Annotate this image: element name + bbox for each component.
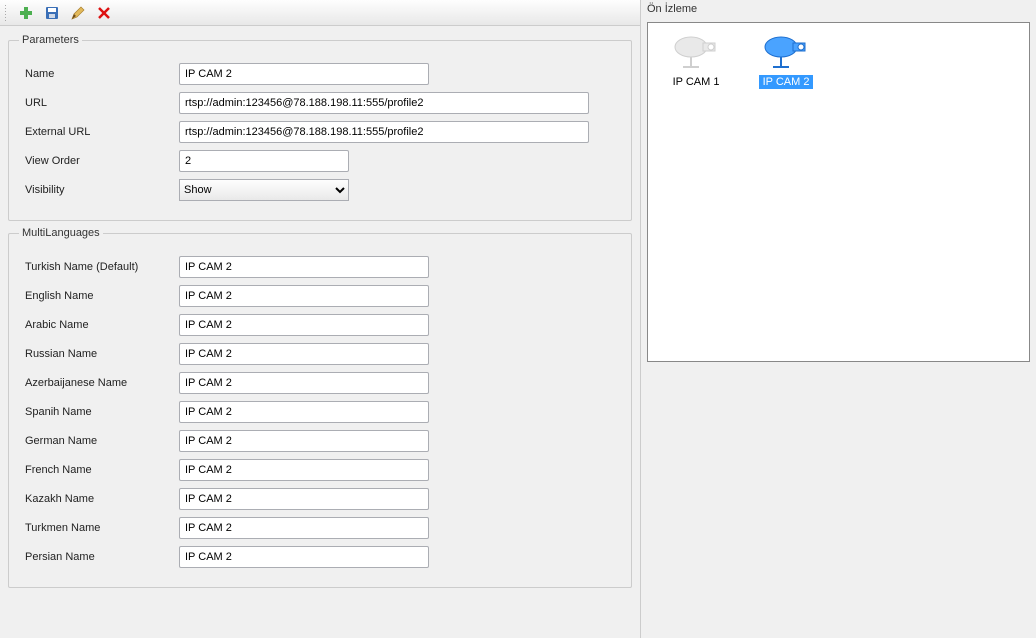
left-panel: Parameters Name URL External URL View Or… [0,0,640,638]
ml-label-2: Arabic Name [19,319,179,331]
ml-label-9: Turkmen Name [19,522,179,534]
ml-input-7[interactable] [179,459,429,481]
form-area: Parameters Name URL External URL View Or… [0,26,640,638]
ml-label-8: Kazakh Name [19,493,179,505]
preview-item-0[interactable]: IP CAM 1 [656,31,736,89]
preview-panel: Ön İzleme IP CAM 1 IP CAM 2 [640,0,1036,638]
delete-button[interactable] [94,3,114,23]
parameters-legend: Parameters [19,34,82,46]
name-input[interactable] [179,63,429,85]
ml-input-4[interactable] [179,372,429,394]
toolbar [0,0,640,26]
camera-icon [761,31,811,71]
multilanguages-fieldset: MultiLanguages Turkish Name (Default) Eng… [8,227,632,588]
name-label: Name [19,68,179,80]
ml-input-8[interactable] [179,488,429,510]
ml-label-0: Turkish Name (Default) [19,261,179,273]
preview-item-label: IP CAM 1 [673,75,720,89]
url-label: URL [19,97,179,109]
ml-label-1: English Name [19,290,179,302]
preview-body: IP CAM 1 IP CAM 2 [647,22,1030,362]
edit-icon [70,5,86,21]
external-url-label: External URL [19,126,179,138]
url-input[interactable] [179,92,589,114]
visibility-select[interactable]: Show [179,179,349,201]
ml-label-6: German Name [19,435,179,447]
save-icon [44,5,60,21]
ml-input-6[interactable] [179,430,429,452]
ml-input-1[interactable] [179,285,429,307]
multilanguages-legend: MultiLanguages [19,227,103,239]
camera-icon [671,31,721,71]
parameters-fieldset: Parameters Name URL External URL View Or… [8,34,632,221]
view-order-label: View Order [19,155,179,167]
external-url-input[interactable] [179,121,589,143]
add-icon [18,5,34,21]
ml-input-0[interactable] [179,256,429,278]
ml-input-5[interactable] [179,401,429,423]
ml-input-2[interactable] [179,314,429,336]
toolbar-grip [4,4,8,22]
preview-item-label: IP CAM 2 [759,75,814,89]
ml-label-7: French Name [19,464,179,476]
delete-icon [96,5,112,21]
visibility-label: Visibility [19,184,179,196]
ml-label-3: Russian Name [19,348,179,360]
ml-input-9[interactable] [179,517,429,539]
ml-label-4: Azerbaijanese Name [19,377,179,389]
preview-item-1[interactable]: IP CAM 2 [746,31,826,89]
add-button[interactable] [16,3,36,23]
ml-input-10[interactable] [179,546,429,568]
edit-button[interactable] [68,3,88,23]
ml-label-10: Persian Name [19,551,179,563]
preview-title: Ön İzleme [641,0,1036,20]
view-order-input[interactable] [179,150,349,172]
ml-label-5: Spanih Name [19,406,179,418]
save-button[interactable] [42,3,62,23]
ml-input-3[interactable] [179,343,429,365]
